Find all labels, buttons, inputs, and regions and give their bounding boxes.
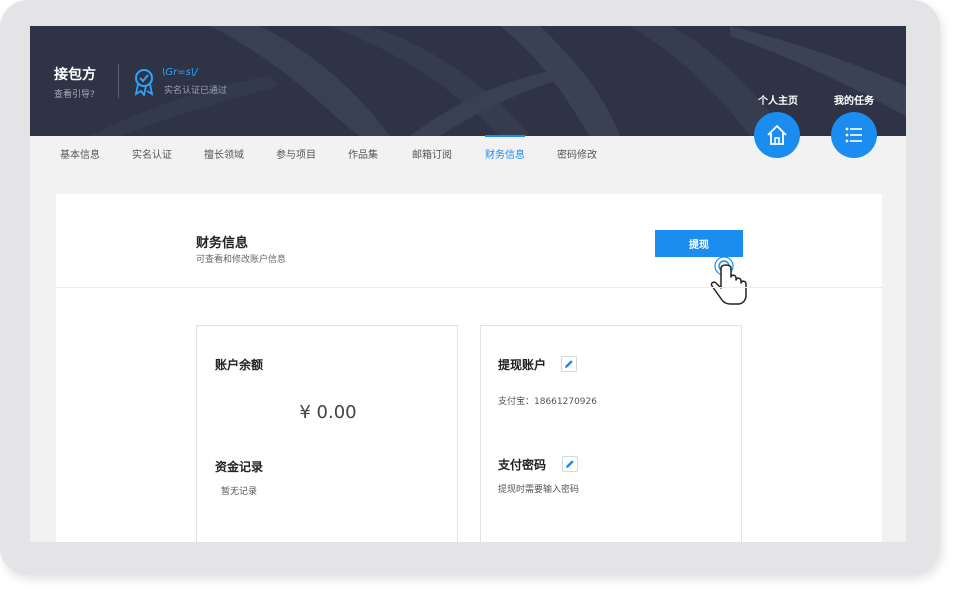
app-screen: 接包方 查看引导? \Gr=s\/ 实名认证已通过 个人主页 我的任务 基本信息… bbox=[30, 26, 906, 542]
records-title: 资金记录 bbox=[215, 460, 264, 474]
guide-link[interactable]: 查看引导? bbox=[54, 87, 96, 100]
tab-real-name-auth[interactable]: 实名认证 bbox=[132, 146, 172, 161]
pencil-icon bbox=[565, 360, 573, 368]
tab-basic-info[interactable]: 基本信息 bbox=[60, 146, 100, 161]
brand-name: 接包方 bbox=[54, 67, 96, 83]
tab-finance[interactable]: 财务信息 bbox=[485, 146, 525, 161]
certified-badge-icon bbox=[134, 69, 154, 96]
alipay-account: 支付宝：18661270926 bbox=[498, 397, 597, 407]
home-icon bbox=[767, 125, 787, 145]
section-subtitle: 可查看和修改账户信息 bbox=[196, 255, 287, 265]
pay-password-hint: 提现时需要输入密码 bbox=[498, 485, 580, 495]
section-title: 财务信息 bbox=[196, 236, 249, 251]
balance-value: ¥ 0.00 bbox=[299, 402, 357, 423]
edit-account-button[interactable] bbox=[561, 356, 577, 372]
tasks-button[interactable] bbox=[831, 112, 877, 158]
my-tasks-link[interactable]: 我的任务 bbox=[834, 92, 874, 107]
account-balance-card: 账户余额 ¥ 0.00 资金记录 暂无记录 bbox=[196, 325, 458, 542]
brand: 接包方 查看引导? bbox=[54, 64, 96, 100]
home-button[interactable] bbox=[754, 112, 800, 158]
tab-portfolio[interactable]: 作品集 bbox=[348, 146, 378, 161]
finance-panel: 财务信息 可查看和修改账户信息 提现 账户余额 ¥ 0.00 资金记录 暂无记录… bbox=[56, 194, 882, 542]
withdraw-account-card: 提现账户 支付宝：18661270926 支付密码 提现时需要输入密码 bbox=[480, 325, 742, 542]
tab-expertise[interactable]: 擅长领域 bbox=[204, 146, 244, 161]
certification-status: 实名认证已通过 bbox=[164, 86, 228, 96]
personal-homepage-link[interactable]: 个人主页 bbox=[758, 92, 798, 107]
device-frame: 接包方 查看引导? \Gr=s\/ 实名认证已通过 个人主页 我的任务 基本信息… bbox=[0, 0, 940, 575]
withdraw-account-title: 提现账户 bbox=[498, 358, 547, 372]
list-icon bbox=[845, 127, 862, 143]
records-empty-text: 暂无记录 bbox=[221, 487, 258, 497]
certification-signature: \Gr=s\/ bbox=[162, 67, 198, 78]
active-tab-indicator bbox=[485, 135, 525, 137]
pointer-hand-icon bbox=[710, 256, 747, 305]
tab-password[interactable]: 密码修改 bbox=[557, 146, 597, 161]
tab-projects[interactable]: 参与项目 bbox=[276, 146, 316, 161]
tab-email-subscription[interactable]: 邮箱订阅 bbox=[412, 146, 452, 161]
panel-divider bbox=[56, 287, 882, 288]
edit-password-button[interactable] bbox=[562, 456, 578, 472]
pay-password-title: 支付密码 bbox=[498, 458, 547, 472]
withdraw-button[interactable]: 提现 bbox=[655, 230, 743, 257]
balance-title: 账户余额 bbox=[215, 358, 264, 372]
pencil-icon bbox=[566, 460, 574, 468]
brand-divider bbox=[118, 64, 119, 98]
